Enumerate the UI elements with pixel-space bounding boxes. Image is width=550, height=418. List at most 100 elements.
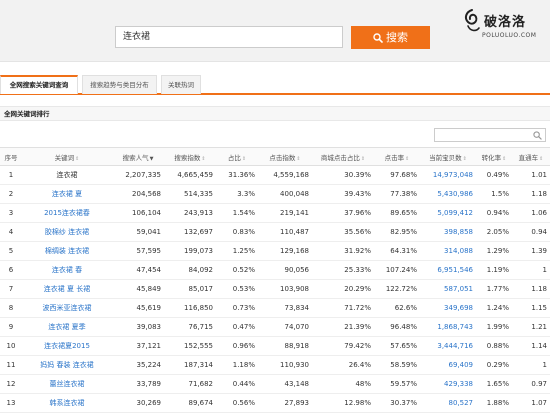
keyword-cell: 连衣裙 (22, 165, 112, 185)
keyword-link[interactable]: 连衣裙 夏季 (48, 323, 85, 331)
data-cell: 59.57% (374, 374, 420, 394)
data-cell: 2,207,335 (112, 165, 164, 185)
search-input[interactable]: 连衣裙 (115, 26, 343, 48)
sort-icon[interactable]: ⇕ (75, 156, 79, 162)
data-cell: 45,619 (112, 298, 164, 318)
data-cell: 76,715 (164, 317, 216, 337)
keyword-link[interactable]: 波西米亚连衣裙 (43, 304, 92, 312)
data-cell: 400,048 (258, 184, 312, 204)
data-cell: 35.56% (312, 222, 374, 242)
row-index: 9 (0, 317, 22, 337)
search-button-label: 搜索 (386, 31, 408, 44)
item-count-link[interactable]: 1,868,743 (420, 317, 476, 337)
row-index: 6 (0, 260, 22, 280)
keyword-link[interactable]: 连衣裙 (57, 171, 78, 179)
data-cell: 0.52% (216, 260, 258, 280)
data-cell: 0.88% (476, 336, 512, 356)
keyword-link[interactable]: 连衣裙夏2015 (44, 342, 90, 350)
keyword-cell: 蕾丝连衣裙 (22, 374, 112, 394)
sort-icon[interactable]: ⇕ (361, 156, 365, 162)
keyword-link[interactable]: 妈妈 春装 连衣裙 (40, 361, 93, 369)
data-cell: 1.19% (476, 260, 512, 280)
table-filter-input[interactable] (434, 128, 546, 142)
data-cell: 30,269 (112, 393, 164, 413)
keyword-cell: 连衣裙 夏 (22, 184, 112, 204)
keyword-link[interactable]: 2015连衣裙春 (44, 209, 90, 217)
sort-icon[interactable]: ⇕ (296, 156, 300, 162)
keyword-link[interactable]: 连衣裙 夏 长裙 (44, 285, 90, 293)
item-count-link[interactable]: 5,099,412 (420, 203, 476, 223)
data-cell: 59,041 (112, 222, 164, 242)
item-count-link[interactable]: 587,051 (420, 279, 476, 299)
keyword-link[interactable]: 韩系连衣裙 (50, 399, 85, 407)
data-cell: 110,930 (258, 355, 312, 375)
sort-icon[interactable]: ⇕ (463, 156, 467, 162)
data-cell: 122.72% (374, 279, 420, 299)
table-body: 1 连衣裙 2,207,335 4,665,459 31.36% 4,559,168 30.… (0, 165, 550, 413)
sort-icon[interactable]: ⇕ (201, 156, 205, 162)
sort-icon[interactable]: ⇕ (539, 156, 543, 162)
column-header[interactable]: 商城点击占比⇕ (312, 147, 374, 166)
column-header[interactable]: 转化率⇕ (476, 147, 512, 166)
keyword-cell: 韩系连衣裙 (22, 393, 112, 413)
item-count-link[interactable]: 398,858 (420, 222, 476, 242)
keyword-link[interactable]: 棉绸装 连衣裙 (45, 247, 89, 255)
data-cell: 1.5% (476, 184, 512, 204)
column-header[interactable]: 占比⇕ (216, 147, 258, 166)
keyword-link[interactable]: 连衣裙 春 (52, 266, 82, 274)
data-cell: 89,674 (164, 393, 216, 413)
column-header[interactable]: 点击指数⇕ (258, 147, 312, 166)
column-header[interactable]: 当前宝贝数⇕ (420, 147, 476, 166)
keyword-link[interactable]: 连衣裙 夏 (52, 190, 82, 198)
data-cell: 1.21 (512, 317, 550, 337)
data-cell: 110,487 (258, 222, 312, 242)
sort-icon[interactable]: ⇕ (242, 156, 246, 162)
data-cell: 47,454 (112, 260, 164, 280)
column-header-label: 当前宝贝数 (429, 153, 462, 162)
column-header[interactable]: 搜索人气▼ (112, 147, 164, 166)
keyword-ranking-table: 序号 关键词⇕ 搜索人气▼ 搜索指数⇕ 占比⇕ 点击指数⇕ 商城点击占比⇕ 点击率⇕ 当前宝贝数… (0, 147, 550, 413)
keyword-link[interactable]: 蕾丝连衣裙 (50, 380, 85, 388)
section-title: 全网关键词排行 (0, 106, 550, 121)
data-cell: 1.39 (512, 241, 550, 261)
data-cell: 106,104 (112, 203, 164, 223)
data-cell: 0.94 (512, 222, 550, 242)
data-cell: 0.53% (216, 279, 258, 299)
column-header[interactable]: 搜索指数⇕ (164, 147, 216, 166)
sort-icon[interactable]: ⇕ (502, 156, 506, 162)
tab-trend-category[interactable]: 搜索趋势与类目分布 (82, 75, 157, 94)
item-count-link[interactable]: 429,338 (420, 374, 476, 394)
item-count-link[interactable]: 349,698 (420, 298, 476, 318)
keyword-cell: 连衣裙 夏季 (22, 317, 112, 337)
table-row: 12 蕾丝连衣裙 33,789 71,682 0.44% 43,148 48% 59.57% 4… (0, 374, 550, 394)
keyword-link[interactable]: 胶棉纱 连衣裙 (45, 228, 89, 236)
table-row: 10 连衣裙夏2015 37,121 152,555 0.96% 88,918 79.42%… (0, 336, 550, 356)
item-count-link[interactable]: 6,951,546 (420, 260, 476, 280)
data-cell: 514,335 (164, 184, 216, 204)
item-count-link[interactable]: 69,409 (420, 355, 476, 375)
column-header[interactable]: 关键词⇕ (22, 147, 112, 166)
data-cell: 107.24% (374, 260, 420, 280)
column-header[interactable]: 点击率⇕ (374, 147, 420, 166)
tab-keyword-query[interactable]: 全网搜索关键词查询 (0, 75, 78, 94)
swirl-logo-icon (464, 9, 480, 32)
data-cell: 62.6% (374, 298, 420, 318)
column-header-label: 转化率 (481, 153, 502, 162)
item-count-link[interactable]: 3,444,716 (420, 336, 476, 356)
item-count-link[interactable]: 80,527 (420, 393, 476, 413)
table-row: 2 连衣裙 夏 204,568 514,335 3.3% 400,048 39.43% 77.… (0, 184, 550, 204)
item-count-link[interactable]: 5,430,986 (420, 184, 476, 204)
data-cell: 219,141 (258, 203, 312, 223)
sort-icon[interactable]: ⇕ (405, 156, 409, 162)
sort-desc-icon[interactable]: ▼ (150, 156, 154, 162)
data-cell: 187,314 (164, 355, 216, 375)
data-cell: 71,682 (164, 374, 216, 394)
tab-related-words[interactable]: 关联热词 (161, 75, 201, 94)
column-header[interactable]: 直通车⇕ (512, 147, 550, 166)
item-count-link[interactable]: 14,973,048 (420, 165, 476, 185)
data-cell: 96.48% (374, 317, 420, 337)
data-cell: 88,918 (258, 336, 312, 356)
item-count-link[interactable]: 314,088 (420, 241, 476, 261)
search-button[interactable]: 搜索 (351, 26, 430, 49)
keyword-cell: 连衣裙 春 (22, 260, 112, 280)
